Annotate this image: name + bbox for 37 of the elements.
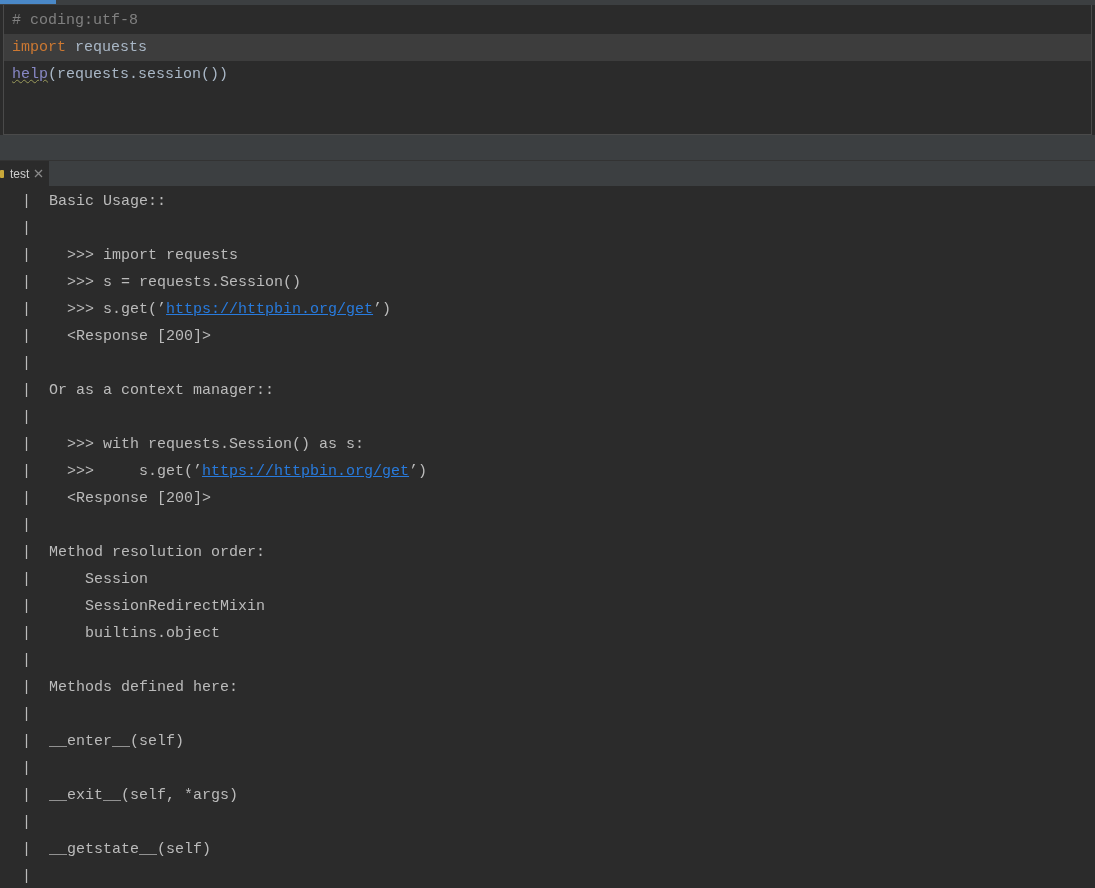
output-text: | >>> import requests [22, 247, 239, 264]
code-keyword: import [12, 39, 66, 56]
output-text: | [22, 220, 31, 237]
output-text: | Or as a context manager:: [22, 382, 275, 399]
output-text: | builtins.object [22, 625, 221, 642]
output-text: | <Response [200]> [22, 490, 212, 507]
close-icon[interactable] [34, 169, 44, 178]
output-text: | [22, 652, 31, 669]
output-text: | Methods defined here: [22, 679, 239, 696]
output-text: | >>> s.get(’ [22, 463, 203, 480]
active-editor-indicator [0, 0, 56, 4]
output-text: | >>> with requests.Session() as s: [22, 436, 365, 453]
output-text: | [22, 409, 31, 426]
output-text: | [22, 517, 31, 534]
output-text: | SessionRedirectMixin [22, 598, 266, 615]
code-function: help [12, 66, 48, 83]
output-text: | >>> s = requests.Session() [22, 274, 302, 291]
output-text: ’) [409, 463, 428, 480]
output-text: | __exit__(self, *args) [22, 787, 239, 804]
output-text: | [22, 706, 31, 723]
output-text: | [22, 868, 31, 885]
output-text: | [22, 814, 31, 831]
code-text: requests [74, 39, 148, 56]
output-text: | <Response [200]> [22, 328, 212, 345]
output-text: | __enter__(self) [22, 733, 185, 750]
run-tab[interactable]: test [0, 161, 50, 186]
output-text: ’) [373, 301, 392, 318]
output-text: | Method resolution order: [22, 544, 266, 561]
output-text: | >>> s.get(’ [22, 301, 167, 318]
output-text: | __getstate__(self) [22, 841, 212, 858]
output-text: | Session [22, 571, 149, 588]
code-text: (requests.session()) [48, 66, 229, 83]
output-text: | [22, 355, 31, 372]
code-editor[interactable]: # coding:utf-8 import requests help(requests.session()) [3, 5, 1092, 135]
output-text: | Basic Usage:: [22, 193, 167, 210]
output-text: | [22, 760, 31, 777]
code-comment: # coding:utf-8 [12, 12, 139, 29]
